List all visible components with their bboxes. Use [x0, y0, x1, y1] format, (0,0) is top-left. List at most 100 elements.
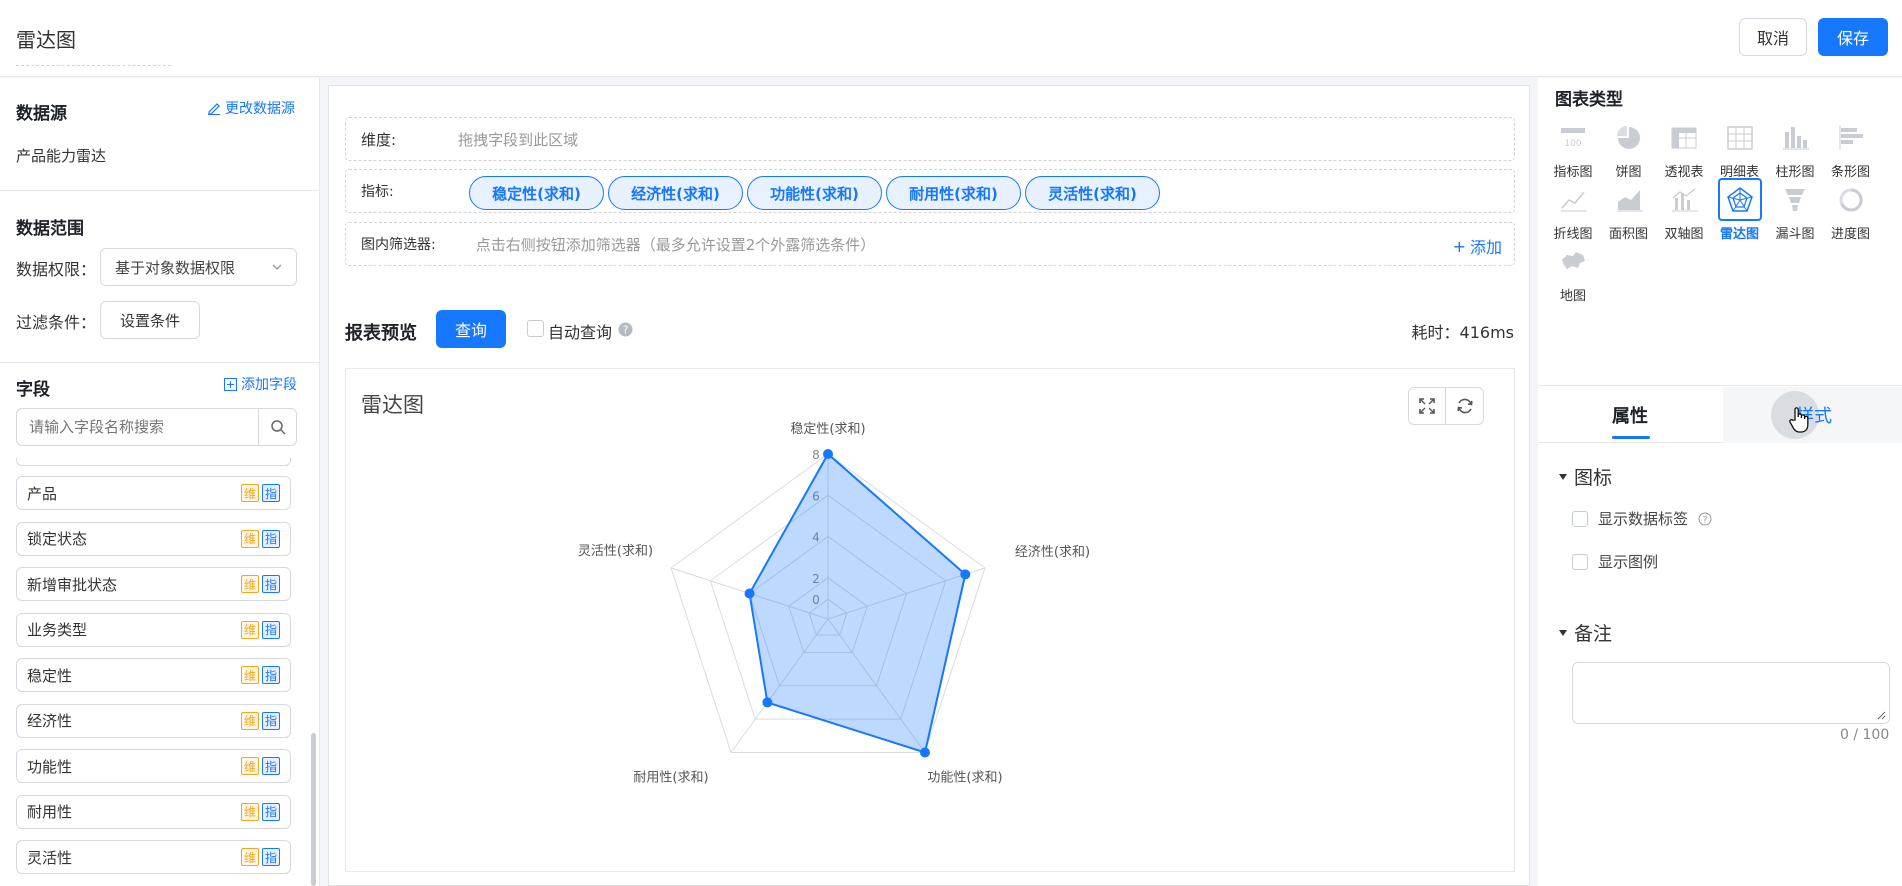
field-name: 锁定状态 [27, 530, 88, 548]
auto-query-checkbox[interactable] [527, 320, 544, 337]
chart-type-icon [1607, 116, 1651, 159]
datasource-name: 产品能力雷达 [16, 147, 107, 165]
plus-square-icon [224, 377, 237, 391]
svg-text:100: 100 [1564, 139, 1581, 149]
chart-type-8[interactable]: 双轴图 [1660, 178, 1708, 242]
chart-type-11[interactable]: 进度图 [1827, 178, 1875, 242]
field-item-partial[interactable] [16, 458, 291, 466]
save-button[interactable]: 保存 [1818, 18, 1888, 56]
field-name: 稳定性 [27, 666, 73, 685]
chart-type-icon [1773, 178, 1817, 221]
field-item[interactable]: 耐用性 维指 [16, 794, 291, 829]
indicator-pill[interactable]: 经济性(求和) [608, 176, 743, 210]
indicator-pill[interactable]: 耐用性(求和) [886, 176, 1021, 210]
indicator-tag: 指 [262, 575, 280, 593]
field-list-scrollbar[interactable] [311, 733, 316, 886]
datasource-title: 数据源 [16, 104, 67, 124]
field-item[interactable]: 新增审批状态 维指 [16, 567, 291, 601]
field-item[interactable]: 功能性 维指 [16, 749, 291, 783]
add-field-link[interactable]: 添加字段 [224, 374, 297, 394]
chart-type-2[interactable]: 透视表 [1660, 116, 1708, 180]
chart-type-5[interactable]: 条形图 [1827, 116, 1875, 180]
chart-type-icon [1607, 178, 1651, 221]
chart-type-3[interactable]: 明细表 [1716, 116, 1764, 180]
chart-type-10[interactable]: 漏斗图 [1771, 178, 1819, 242]
field-item[interactable]: 经济性 维指 [16, 703, 291, 738]
permission-select[interactable]: 基于对象数据权限 [100, 248, 297, 286]
chart-type-label: 雷达图 [1719, 227, 1759, 242]
field-item[interactable]: 稳定性 维指 [16, 658, 291, 692]
field-item[interactable]: 锁定状态 维指 [16, 521, 291, 556]
radar-indicator-label: 耐用性(求和) [633, 770, 708, 785]
chart-type-4[interactable]: 柱形图 [1771, 116, 1819, 180]
svg-text:?: ? [623, 324, 629, 337]
show-labels-option[interactable]: 显示数据标签 ? [1572, 508, 1712, 529]
show-legend-option[interactable]: 显示图例 [1572, 551, 1658, 572]
dimension-dropzone[interactable]: 维度: 拖拽字段到此区域 [345, 117, 1515, 161]
chart-type-icon [1718, 116, 1762, 159]
group-note-header[interactable]: 备注 [1558, 619, 1612, 646]
svg-text:?: ? [1703, 515, 1708, 525]
set-condition-button[interactable]: 设置条件 [100, 301, 200, 339]
divider [0, 362, 319, 363]
cancel-button[interactable]: 取消 [1739, 18, 1807, 56]
plus-icon: + [1452, 236, 1466, 256]
report-title[interactable]: 雷达图 [16, 24, 171, 66]
field-item[interactable]: 灵活性 维指 [16, 840, 291, 874]
change-datasource-link[interactable]: 更改数据源 [207, 98, 295, 118]
help-icon[interactable]: ? [618, 322, 633, 337]
field-search-input[interactable] [17, 409, 252, 445]
indicator-pill[interactable]: 稳定性(求和) [469, 176, 604, 210]
indicator-dropzone[interactable]: 指标: 稳定性(求和) 经济性(求和) 功能性(求和) 耐用性(求和) 灵活性(求和) [345, 169, 1515, 213]
field-item[interactable]: 产品 维指 [16, 476, 291, 510]
dimension-tag: 维 [241, 666, 259, 684]
indicator-tag: 指 [262, 484, 280, 502]
show-legend-checkbox[interactable] [1572, 553, 1588, 570]
note-textarea[interactable] [1572, 662, 1890, 724]
radar-data-point [744, 588, 755, 599]
indicator-pill[interactable]: 灵活性(求和) [1025, 176, 1160, 210]
field-name: 耐用性 [27, 803, 73, 821]
dimension-tag: 维 [241, 575, 259, 593]
field-item[interactable]: 业务类型 维指 [16, 612, 291, 647]
fields-title: 字段 [16, 380, 50, 400]
help-outline-icon[interactable]: ? [1698, 512, 1712, 526]
permission-label: 数据权限： [16, 260, 97, 279]
config-tabs: 属性 样式 [1538, 385, 1902, 443]
dimension-tag: 维 [241, 620, 259, 639]
indicator-tag: 指 [262, 848, 280, 866]
chart-type-12[interactable]: 地图 [1549, 240, 1597, 304]
chart-types-title: 图表类型 [1555, 90, 1623, 110]
tab-attributes[interactable]: 属性 [1612, 402, 1650, 439]
chart-type-1[interactable]: 饼图 [1605, 116, 1653, 180]
group-chart-header[interactable]: 图标 [1558, 463, 1612, 490]
chart-type-6[interactable]: 折线图 [1549, 178, 1597, 242]
add-filter-button[interactable]: + 添加 [1453, 234, 1502, 258]
search-button[interactable] [258, 409, 296, 445]
chevron-down-icon [272, 264, 282, 270]
filter-label: 图内筛选器: [361, 237, 436, 253]
chart-type-label: 进度图 [1830, 227, 1870, 242]
field-search [16, 408, 297, 446]
group-note-label: 备注 [1574, 623, 1613, 645]
chart-type-label: 面积图 [1608, 227, 1648, 242]
note-char-counter: 0 / 100 [1840, 727, 1890, 743]
chart-type-7[interactable]: 面积图 [1605, 178, 1653, 242]
chart-type-label: 地图 [1559, 289, 1586, 304]
show-labels-checkbox[interactable] [1572, 510, 1588, 527]
chart-card: 雷达图 02468稳定性(求和)经济性(求和)功能性(求和)耐用性(求和)灵活性… [345, 368, 1515, 872]
radar-indicator-label: 灵活性(求和) [578, 544, 653, 559]
chart-type-0[interactable]: 100 指标图 [1549, 116, 1597, 180]
chart-type-9[interactable]: 雷达图 [1716, 178, 1764, 242]
filter-dropzone[interactable]: 图内筛选器: 点击右侧按钮添加筛选器（最多允许设置2个外露筛选条件） + 添加 [345, 222, 1515, 266]
query-button[interactable]: 查询 [436, 310, 506, 348]
indicator-tag: 指 [262, 620, 280, 639]
indicator-pill[interactable]: 功能性(求和) [747, 176, 882, 210]
chart-type-icon: 100 [1551, 116, 1595, 159]
indicator-tag: 指 [262, 757, 280, 775]
dimension-tag: 维 [241, 484, 259, 502]
resize-handle-icon[interactable] [1876, 710, 1886, 720]
radar-data-point [823, 449, 833, 459]
indicator-label: 指标: [361, 184, 394, 200]
range-title: 数据范围 [16, 219, 84, 239]
